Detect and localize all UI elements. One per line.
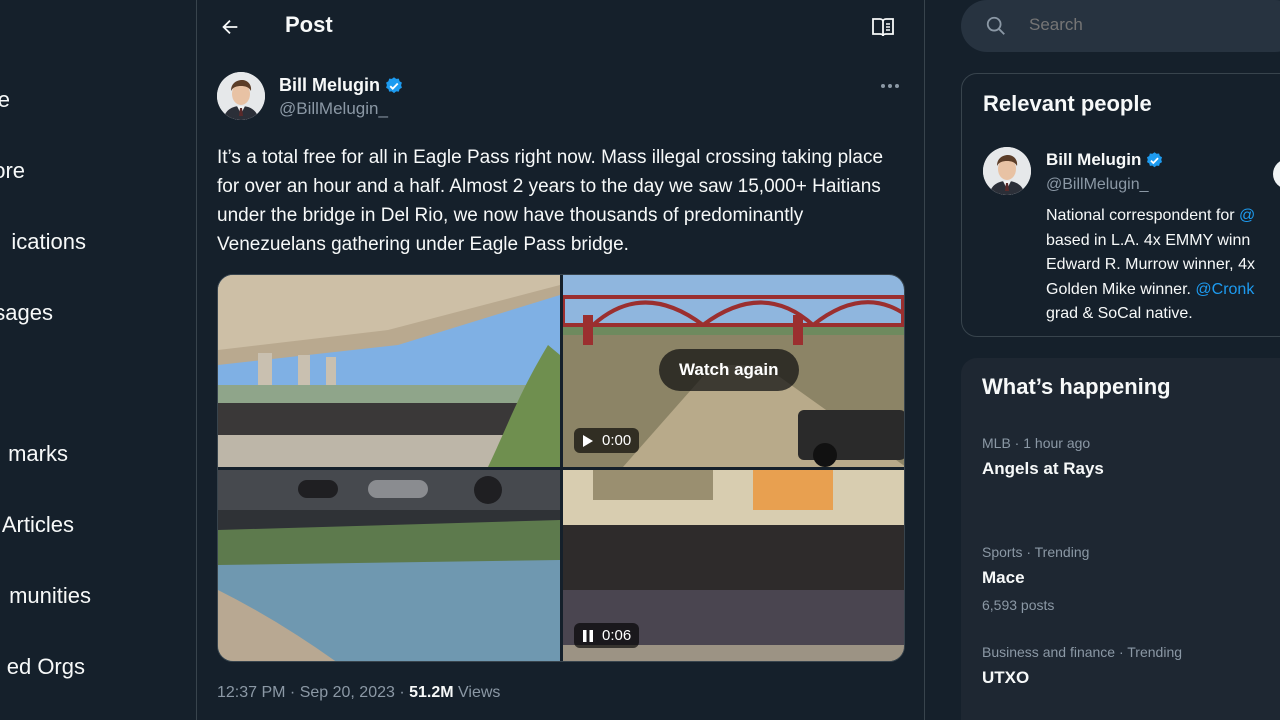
video-time-label: 0:00 bbox=[602, 432, 632, 449]
trend-category: Sports · Trending bbox=[982, 544, 1090, 560]
panel-title: Relevant people bbox=[983, 91, 1152, 116]
bio-mention-link[interactable]: @ bbox=[1239, 207, 1255, 224]
media-video-bridge[interactable]: Watch again 0:00 bbox=[563, 275, 904, 467]
post-author: Bill Melugin @BillMelugin_ bbox=[217, 72, 907, 124]
relevant-person-name[interactable]: Bill Melugin bbox=[1046, 150, 1164, 170]
panel-title: What’s happening bbox=[982, 374, 1171, 399]
top-bar: Post bbox=[197, 0, 924, 53]
book-open-icon bbox=[872, 18, 894, 37]
media-grid: Watch again 0:00 0:06 bbox=[217, 274, 905, 662]
nav-item-label: ications bbox=[11, 229, 86, 254]
media-photo-aerial-river[interactable] bbox=[218, 470, 560, 661]
main-column: Post Bill Melugin @BillMelugin_ It’s a t… bbox=[197, 0, 925, 720]
relevant-people-panel: Relevant people Bill Melugin @BillMelugi… bbox=[961, 73, 1280, 337]
watch-again-button[interactable]: Watch again bbox=[659, 349, 799, 391]
whats-happening-panel: What’s happening MLB · 1 hour ago Angels… bbox=[961, 358, 1280, 720]
video-timer: 0:06 bbox=[574, 623, 640, 648]
avatar-image bbox=[983, 147, 1031, 195]
reader-mode-button[interactable] bbox=[868, 12, 898, 42]
page-title: Post bbox=[285, 12, 333, 37]
verified-badge-icon bbox=[1147, 151, 1163, 167]
avatar[interactable] bbox=[217, 72, 265, 120]
trend-item[interactable]: Business and finance · Trending UTXO bbox=[982, 644, 1182, 688]
search-icon bbox=[986, 16, 1005, 35]
back-button[interactable] bbox=[213, 10, 247, 44]
post-metadata: 12:37 PM · Sep 20, 2023 · 51.2M Views bbox=[217, 684, 500, 702]
video-time-label: 0:06 bbox=[602, 627, 632, 644]
nav-item-home[interactable]: e bbox=[0, 87, 10, 113]
nav-item-label: munities bbox=[9, 583, 91, 608]
bio-line: National correspondent for bbox=[1046, 207, 1239, 224]
bio-mention-link[interactable]: @Cronk bbox=[1195, 281, 1254, 298]
pause-icon bbox=[583, 629, 593, 642]
follow-button[interactable] bbox=[1273, 159, 1280, 189]
nav-item-label: ed Orgs bbox=[6, 654, 85, 679]
play-icon bbox=[583, 434, 593, 447]
views-label: Views bbox=[453, 684, 501, 701]
nav-item-bookmarks[interactable]: marks bbox=[8, 441, 68, 467]
bio-line: grad & SoCal native. bbox=[1046, 305, 1193, 322]
post-timestamp[interactable]: 12:37 PM · Sep 20, 2023 · bbox=[217, 684, 409, 701]
nav-item-label: sages bbox=[0, 300, 53, 325]
nav-item-notifications[interactable]: ications bbox=[11, 229, 86, 255]
photo-image bbox=[218, 275, 560, 467]
trend-name: Mace bbox=[982, 568, 1025, 587]
nav-item-label: e bbox=[0, 87, 10, 113]
trend-category: Business and finance · Trending bbox=[982, 644, 1183, 660]
more-dots-icon bbox=[881, 84, 899, 88]
back-arrow-icon bbox=[222, 19, 238, 35]
search-input[interactable] bbox=[1029, 15, 1269, 35]
left-navigation: e ore ications sages marks Articles muni… bbox=[0, 0, 197, 720]
trend-name: UTXO bbox=[982, 668, 1030, 687]
verified-badge-icon bbox=[386, 76, 402, 93]
nav-item-explore[interactable]: ore bbox=[0, 158, 25, 184]
author-name-text: Bill Melugin bbox=[279, 75, 380, 95]
nav-item-label: Articles bbox=[1, 512, 74, 537]
relevant-person-bio: National correspondent for @ based in L.… bbox=[1046, 204, 1280, 327]
media-video-crowd[interactable]: 0:06 bbox=[563, 470, 904, 661]
trend-item[interactable]: Sports · Trending Mace 6,593 posts bbox=[982, 544, 1089, 613]
bio-line: Edward R. Murrow winner, 4x bbox=[1046, 256, 1255, 273]
nav-item-articles[interactable]: Articles bbox=[2, 512, 74, 538]
author-name[interactable]: Bill Melugin bbox=[279, 75, 404, 96]
video-timer: 0:00 bbox=[574, 428, 640, 453]
trend-name: Angels at Rays bbox=[982, 459, 1104, 478]
media-photo-bridge-underside[interactable] bbox=[218, 275, 560, 467]
trend-item[interactable]: MLB · 1 hour ago Angels at Rays bbox=[982, 435, 1104, 479]
trend-post-count: 6,593 posts bbox=[982, 597, 1055, 613]
bio-line: Golden Mike winner. bbox=[1046, 280, 1196, 298]
views-count: 51.2M bbox=[409, 684, 454, 701]
nav-item-label: marks bbox=[8, 441, 68, 466]
author-handle[interactable]: @BillMelugin_ bbox=[279, 99, 388, 119]
more-options-button[interactable] bbox=[873, 72, 907, 100]
trend-category: MLB · 1 hour ago bbox=[982, 435, 1091, 451]
avatar-image bbox=[217, 72, 265, 120]
nav-item-communities[interactable]: munities bbox=[9, 583, 91, 609]
bio-line: based in L.A. 4x EMMY winn bbox=[1046, 231, 1251, 249]
avatar[interactable] bbox=[983, 147, 1031, 195]
nav-item-label: ore bbox=[0, 158, 25, 183]
search-bar[interactable] bbox=[961, 0, 1280, 52]
photo-image bbox=[218, 470, 560, 661]
nav-item-verified-orgs[interactable]: ed Orgs bbox=[7, 654, 85, 680]
post-text: It’s a total free for all in Eagle Pass … bbox=[217, 147, 884, 255]
nav-item-messages[interactable]: sages bbox=[0, 300, 53, 326]
relevant-person-handle[interactable]: @BillMelugin_ bbox=[1046, 176, 1149, 194]
relevant-person-name-text: Bill Melugin bbox=[1046, 150, 1142, 169]
